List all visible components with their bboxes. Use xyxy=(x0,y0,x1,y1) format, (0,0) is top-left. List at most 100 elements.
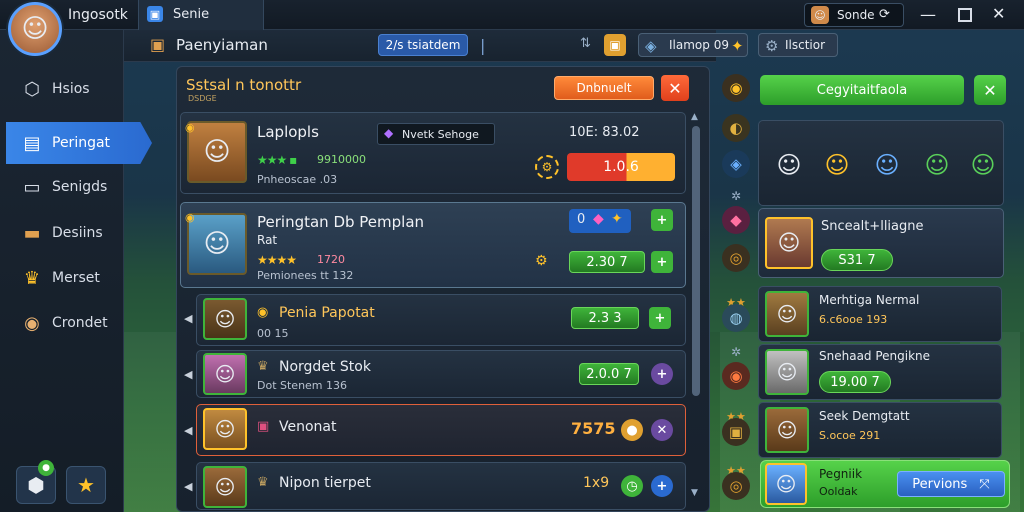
player-sub: Dot Stenem 136 xyxy=(257,379,348,392)
squad-player-5[interactable]: ☺ xyxy=(963,137,1003,193)
globe-icon[interactable]: ◍ xyxy=(722,304,750,332)
chat-icon: ▤ xyxy=(23,132,41,154)
squad-player-3[interactable]: ☺ xyxy=(867,137,907,193)
filter-icon[interactable]: ⇅ xyxy=(580,36,591,51)
cube-icon[interactable]: ◈ xyxy=(722,150,750,178)
featured-value[interactable]: S31 7 xyxy=(821,249,893,271)
minimize-icon[interactable]: — xyxy=(920,5,936,24)
maximize-icon[interactable] xyxy=(958,8,972,22)
medal-icon: ◉ xyxy=(257,305,269,320)
sidebar-item-desiins[interactable]: ▬ Desiins xyxy=(6,212,152,254)
collapse-arrow[interactable]: ◀ xyxy=(184,312,192,325)
star-button[interactable]: ★ xyxy=(66,466,106,504)
top-bar: Ingosotk ▣ Senie ☺ Sonde ⟳ — ✕ xyxy=(0,0,1024,30)
header-bar: ▣ Paenyiaman 2/s tsiatdem | ⇅ ▣ ◈ Ilamop… xyxy=(124,30,748,62)
sidebar-item-hsios[interactable]: ⬡ Hsios xyxy=(6,68,152,110)
scroll-thumb[interactable] xyxy=(692,126,700,396)
add-button[interactable]: + xyxy=(649,307,671,329)
badge-icon[interactable]: ▣ xyxy=(722,418,750,446)
gear-icon: ⚙ xyxy=(765,37,779,55)
value-label: S31 7 xyxy=(838,252,876,268)
value-bar[interactable]: 2.0.0 7 xyxy=(579,363,639,385)
player-portrait: ☺ xyxy=(765,349,809,395)
player-portrait: ☺ xyxy=(203,408,247,450)
player-avatar[interactable]: ☺ xyxy=(8,2,62,56)
collapse-arrow[interactable]: ◀ xyxy=(184,424,192,437)
list-item[interactable]: ☺ ◉ Penia Papotat 00 15 2.3 3 + xyxy=(196,294,686,346)
add-button[interactable]: + xyxy=(651,251,673,273)
helmet-icon[interactable]: ◐ xyxy=(722,114,750,142)
refresh-icon[interactable]: ⟳ xyxy=(879,7,890,22)
previous-button[interactable]: Pervions ⤧ xyxy=(897,471,1005,497)
close-row-button[interactable]: ✕ xyxy=(651,419,673,441)
crown-icon: ♛ xyxy=(257,475,269,490)
add-button[interactable]: + xyxy=(651,363,673,385)
collapse-arrow[interactable]: ◀ xyxy=(184,368,192,381)
list-item[interactable]: ☺ Seek Demgtatt S.ocoe 291 xyxy=(758,402,1002,458)
close-window-icon[interactable]: ✕ xyxy=(992,4,1005,23)
gem-icon[interactable]: ◆ xyxy=(722,206,750,234)
shield-icon: ⬡ xyxy=(24,78,40,100)
sidebar-item-peringat[interactable]: ▤ Peringat xyxy=(6,122,152,164)
right-header-button[interactable]: Cegyitaitfaola xyxy=(760,75,964,105)
lock-icon[interactable]: ▣ xyxy=(604,34,626,56)
value-bar[interactable]: 2.3 3 xyxy=(571,307,639,329)
squad-player-4[interactable]: ☺ xyxy=(917,137,957,193)
list-item[interactable]: ☺ ♛ Nipon tierpet 1x9 ◷ + xyxy=(196,462,686,510)
squad-player-1[interactable]: ☺ xyxy=(769,137,809,193)
search-pill[interactable]: 2/s tsiatdem xyxy=(378,34,468,56)
value-label: 1x9 xyxy=(583,475,610,491)
ball-icon[interactable]: ◎ xyxy=(722,244,750,272)
rating-value: 1720 xyxy=(317,253,345,266)
card-sub: 6.c6ooe 193 xyxy=(819,313,888,326)
list-item[interactable]: ☺ Snehaad Pengikne 19.00 7 xyxy=(758,344,1002,400)
action-button[interactable]: Dnbnuelt xyxy=(554,76,654,100)
player-sub: Pemionees tt 132 xyxy=(257,269,354,282)
rating-stars: ★★★ ▪ xyxy=(257,153,297,167)
sidebar-item-merset[interactable]: ♛ Merset xyxy=(6,257,152,299)
close-panel-button[interactable]: ✕ xyxy=(661,75,689,101)
coin-icon: ● xyxy=(621,419,643,441)
star-icon: ✦ xyxy=(611,211,623,227)
list-item[interactable]: ☺ Merhtiga Nermal 6.c6ooe 193 xyxy=(758,286,1002,342)
player-portrait: ☺ xyxy=(765,217,813,269)
collapse-arrow[interactable]: ◀ xyxy=(184,480,192,493)
list-item[interactable]: ☺ ◉ Peringtan Db Pemplan Rat ★★★★ 1720 P… xyxy=(180,202,686,288)
sidebar-item-senigds[interactable]: ▭ Senigds xyxy=(6,166,152,208)
list-item[interactable]: ☺ ◉ Laplopls ◆ Nvetk Sehoge ★★★ ▪ 991000… xyxy=(180,112,686,194)
value-bar[interactable]: 2.30 7 xyxy=(569,251,645,273)
crown-icon: ♛ xyxy=(23,267,41,289)
bottom-card[interactable]: ☺ Pegniik Ooldak Pervions ⤧ xyxy=(760,460,1010,508)
tab-icon: ▣ xyxy=(147,6,163,22)
sidebar-item-label: Senigds xyxy=(52,179,108,195)
squad-player-2[interactable]: ☺ xyxy=(817,137,857,193)
ball-icon[interactable]: ◎ xyxy=(722,472,750,500)
trophy-icon: ▣ xyxy=(150,35,166,54)
scroll-down-icon[interactable]: ▼ xyxy=(691,488,698,498)
featured-card[interactable]: ☺ Sncealt+lliagne S31 7 xyxy=(758,208,1004,278)
scrollbar[interactable]: ▲ ▼ xyxy=(690,112,702,510)
gold-pill[interactable]: ◈ Ilamop 09 ✦ xyxy=(638,33,748,57)
gear-gold-icon: ⚙ xyxy=(535,253,548,269)
value-bar[interactable]: 1.0.6 xyxy=(567,153,675,181)
card-value[interactable]: 19.00 7 xyxy=(819,371,891,393)
confirm-icon[interactable]: ◷ xyxy=(621,475,643,497)
category-column: ◉ ◐ ◈ ✲ ◆ ◎ ★★ ◍ ✲ ◉ ★★ ▣ ★★ ◎ xyxy=(716,66,758,512)
add-button[interactable]: + xyxy=(651,209,673,231)
scroll-up-icon[interactable]: ▲ xyxy=(691,112,698,122)
settings-pill[interactable]: ⚙ Ilsctior xyxy=(758,33,838,57)
list-item[interactable]: ☺ ♛ Norgdet Stok Dot Stenem 136 2.0.0 7 … xyxy=(196,350,686,398)
tab-label: Senie xyxy=(173,7,210,22)
rating-stars: ★★★★ xyxy=(257,253,297,267)
add-button[interactable]: + xyxy=(651,475,673,497)
currency-box[interactable]: ☺ Sonde ⟳ xyxy=(804,3,904,27)
fire-icon[interactable]: ◉ xyxy=(722,362,750,390)
gear-gold-icon: ⚙ xyxy=(535,155,559,179)
confirm-button[interactable]: ✕ xyxy=(974,75,1006,105)
player-name: Laplopls xyxy=(257,123,319,141)
shield-badge-icon: ◈ xyxy=(645,37,657,55)
list-item[interactable]: ☺ ▣ Venonat 7575 ● ✕ xyxy=(196,404,686,456)
tab-main[interactable]: ▣ Senie xyxy=(138,0,264,30)
sidebar-item-crondet[interactable]: ◉ Crondet xyxy=(6,302,152,344)
crown-icon[interactable]: ◉ xyxy=(722,74,750,102)
